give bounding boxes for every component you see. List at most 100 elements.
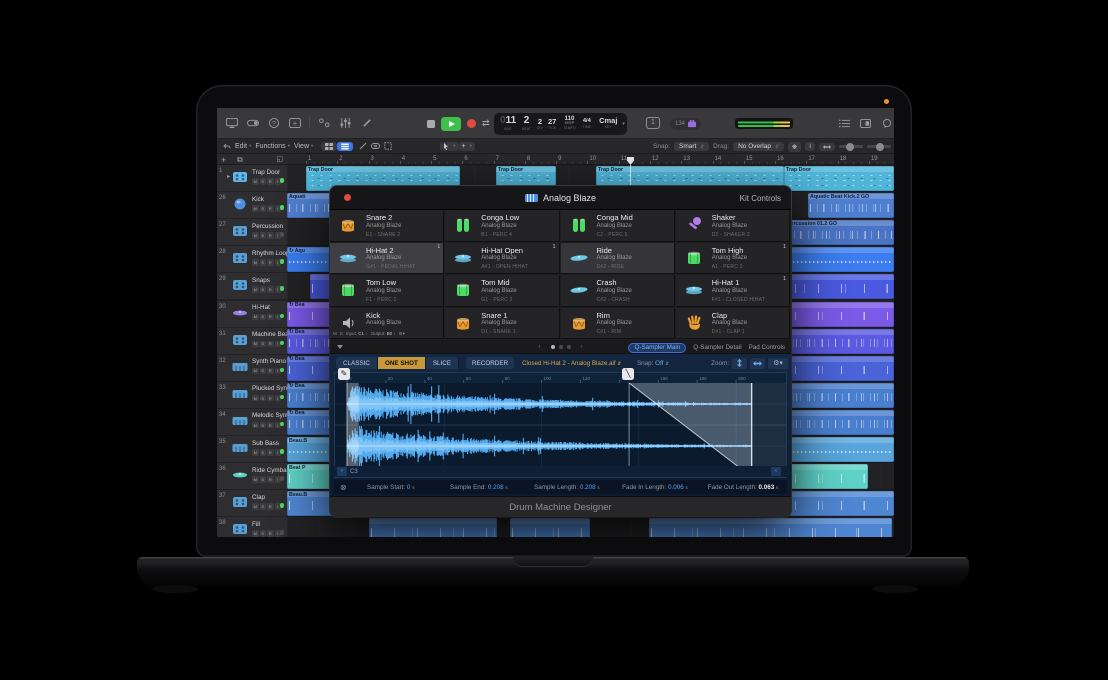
track-s-button[interactable]: S xyxy=(260,476,267,483)
add-tracks-icon[interactable]: + xyxy=(288,116,301,129)
zoom-horizontal-button[interactable] xyxy=(750,358,765,369)
region-aquatic-beat-kick-2-go[interactable]: Aquatic Beat Kick.2 GO xyxy=(808,193,894,218)
mode-slice[interactable]: SLICE xyxy=(426,357,459,369)
track-zoom-button[interactable]: ◱ xyxy=(276,155,283,163)
track-r-button[interactable]: R xyxy=(267,286,274,293)
track-m-button[interactable]: M xyxy=(252,205,259,212)
recorder-button[interactable]: RECORDER xyxy=(466,357,514,369)
track-m-button[interactable]: M xyxy=(252,178,259,185)
snap-selector[interactable]: Smart⇵ xyxy=(674,142,709,151)
track-s-button[interactable]: S xyxy=(260,232,267,239)
pad-tom-high[interactable]: Tom HighAnalog BlazeA1 - PERC 31 xyxy=(676,243,790,275)
cmd-tool-selector[interactable]: +▾ xyxy=(459,142,475,151)
track-r-button[interactable]: R xyxy=(267,422,274,429)
track-s-button[interactable]: S xyxy=(260,395,267,402)
track-r-button[interactable]: R xyxy=(267,503,274,510)
bar-ruler[interactable]: 12345678910111213141516171819 xyxy=(287,154,894,165)
back-icon[interactable] xyxy=(223,143,231,150)
pad-conga-low[interactable]: Conga LowAnalog BlazeB1 - PERC 4 xyxy=(445,210,559,242)
pad-hi-hat-1[interactable]: Hi-Hat 1Analog BlazeF#1 - CLOSED HIHAT1 xyxy=(676,275,790,307)
lcd-div[interactable]: 2DIV xyxy=(537,117,543,130)
marquee-tool-icon[interactable] xyxy=(384,142,392,150)
lcd-display[interactable]: 011BAR2BEAT2DIV27TICK110KEEPTEMPO4/4TIME… xyxy=(494,113,627,135)
pad-ride[interactable]: RideAnalog BlazeD#2 - RIDE xyxy=(561,243,675,275)
inspector-icon[interactable]: ? xyxy=(267,116,280,129)
menu-edit[interactable]: Edit▾ xyxy=(235,143,251,150)
quick-help-icon[interactable] xyxy=(246,116,259,129)
pad-hi-hat-open[interactable]: Hi-Hat OpenAnalog BlazeA#1 - OPEN HIHAT1 xyxy=(445,243,559,275)
collapse-right-button[interactable]: ‹ xyxy=(771,467,781,476)
horizontal-zoom-slider[interactable] xyxy=(867,145,891,148)
drag-selector[interactable]: No Overlap⇵ xyxy=(733,142,784,151)
info-fade-in-length-[interactable]: Fade In Length: 0.006 s xyxy=(611,484,699,491)
track-s-button[interactable]: S xyxy=(260,259,267,266)
track-s-button[interactable]: S xyxy=(260,503,267,510)
list-editors-icon[interactable] xyxy=(838,117,851,130)
track-m-button[interactable]: M xyxy=(252,422,259,429)
track-status-dot[interactable] xyxy=(280,314,285,319)
track-r-button[interactable]: R xyxy=(267,395,274,402)
track-status-dot[interactable] xyxy=(280,503,285,508)
expand-left-button[interactable]: › xyxy=(337,467,347,476)
stop-button[interactable] xyxy=(427,120,435,128)
ibeam-icon[interactable]: I xyxy=(805,142,815,151)
track-m-button[interactable]: M xyxy=(252,449,259,456)
region-unnamed[interactable] xyxy=(649,518,892,537)
track-name[interactable]: Melodic Synth xyxy=(252,412,292,419)
tab-pad-controls[interactable]: Pad Controls xyxy=(749,344,785,351)
track-m-button[interactable]: M xyxy=(252,476,259,483)
track-name[interactable]: Sub Bass xyxy=(252,440,279,447)
track-name[interactable]: Kick xyxy=(252,196,264,203)
pad-kick[interactable]: KickAnalog BlazeMSInput: C1 ↕Output: B0 … xyxy=(330,308,444,340)
track-r-button[interactable]: R xyxy=(267,232,274,239)
snap-toggle-icon[interactable]: ❋ xyxy=(788,142,801,152)
tab-q-sampler-main[interactable]: Q-Sampler Main xyxy=(628,343,686,353)
track-header-sub-bass[interactable]: 35Sub BassMSRI xyxy=(217,436,287,463)
q-snap-selector[interactable]: Snap: Off ⇵ xyxy=(637,360,669,367)
mode-one-shot[interactable]: ONE SHOT xyxy=(378,357,426,369)
track-name[interactable]: Clap xyxy=(252,494,265,501)
track-header-plucked-synth[interactable]: 33Plucked SynthMSRI xyxy=(217,382,287,409)
region-unnamed[interactable] xyxy=(510,518,590,537)
duplicate-track-button[interactable]: ⧉ xyxy=(237,155,243,165)
pad-snare-2[interactable]: Snare 2Analog BlazeE1 - SNARE 2 xyxy=(330,210,444,242)
sample-name-selector[interactable]: Closed Hi-Hat 2 - Analog Blaze.aif ⇵ xyxy=(522,360,621,367)
pencil-edit-button[interactable]: ✎ xyxy=(338,368,350,380)
track-s-button[interactable]: S xyxy=(260,341,267,348)
track-r-button[interactable]: R xyxy=(267,314,274,321)
info-sample-end-[interactable]: Sample End: 0.208 s xyxy=(435,484,523,491)
cycle-icon[interactable]: ⇄ xyxy=(482,119,490,128)
add-track-button[interactable]: + xyxy=(221,155,226,165)
track-s-button[interactable]: S xyxy=(260,530,267,537)
lcd-tick[interactable]: 27TICK xyxy=(548,117,556,130)
track-name[interactable]: Snaps xyxy=(252,277,270,284)
track-s-button[interactable]: S xyxy=(260,422,267,429)
play-button[interactable] xyxy=(441,117,461,131)
region-unnamed[interactable] xyxy=(369,518,497,537)
track-header-trap-door[interactable]: 1▸Trap DoorMSRI xyxy=(217,165,287,192)
tab-q-sampler-detail[interactable]: Q-Sampler Detail xyxy=(693,344,741,351)
lcd-tempo[interactable]: 110KEEPTEMPO xyxy=(563,116,575,130)
pad-hi-hat-2[interactable]: Hi-Hat 2Analog BlazeG#1 - PEDAL HIHAT1 xyxy=(330,243,444,275)
grid-view-button[interactable] xyxy=(321,142,337,151)
track-m-button[interactable]: M xyxy=(252,503,259,510)
track-m-button[interactable]: M xyxy=(252,368,259,375)
track-status-dot[interactable] xyxy=(280,259,285,264)
q-sampler-settings-button[interactable]: ⚙▾ xyxy=(768,358,788,369)
zoom-vertical-button[interactable] xyxy=(732,358,747,369)
track-s-button[interactable]: S xyxy=(260,314,267,321)
library-icon[interactable] xyxy=(225,116,238,129)
track-name[interactable]: Rhythm Loop xyxy=(252,250,289,257)
editor-pencil-icon[interactable] xyxy=(360,116,373,129)
pad-tom-mid[interactable]: Tom MidAnalog BlazeG1 - PERC 2 xyxy=(445,275,559,307)
track-status-dot[interactable] xyxy=(280,395,285,400)
lcd-key[interactable]: CmajKEY xyxy=(599,117,617,129)
display-mode-button[interactable]: 1 xyxy=(646,117,660,129)
track-name[interactable]: Trap Door xyxy=(252,169,280,176)
track-header-synth-piano[interactable]: 32Synth PianoMSRI xyxy=(217,355,287,382)
track-header-machine-beat[interactable]: 31Machine BeatMSRI xyxy=(217,328,287,355)
track-m-button[interactable]: M xyxy=(252,395,259,402)
plugin-titlebar[interactable]: Analog Blaze Kit Controls xyxy=(330,186,791,210)
track-status-dot[interactable] xyxy=(280,530,285,535)
track-status-dot[interactable] xyxy=(280,449,285,454)
